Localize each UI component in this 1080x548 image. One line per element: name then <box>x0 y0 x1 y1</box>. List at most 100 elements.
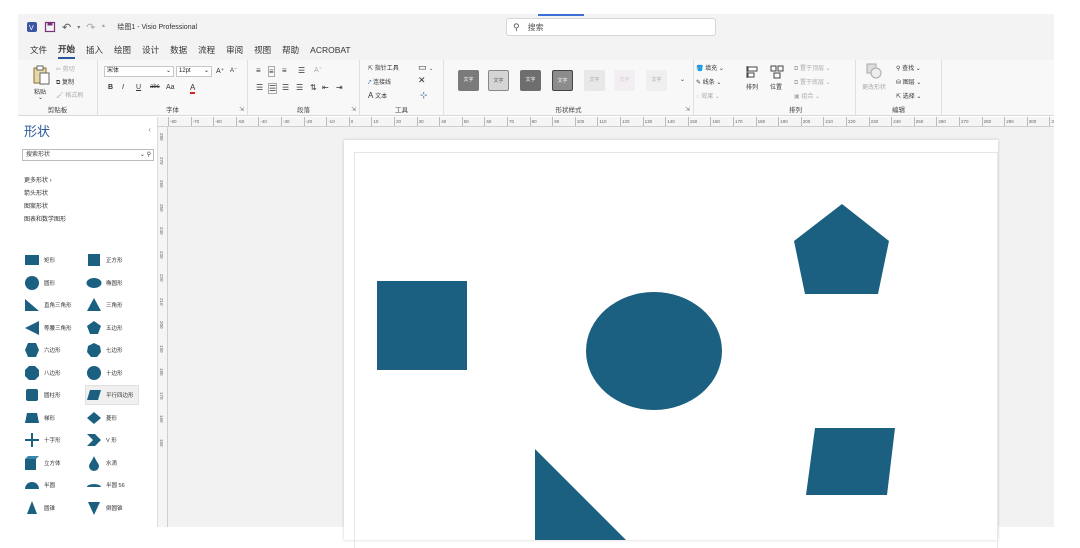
format-painter-button[interactable]: 🖌 格式刷 <box>56 90 83 99</box>
stencil-item-cross[interactable]: 十字形 <box>24 431 61 449</box>
align-bottom-icon[interactable]: ≡ <box>282 66 287 75</box>
stencil-item-triangle[interactable]: 三角形 <box>86 296 123 314</box>
connection-point-icon[interactable]: ⊹ <box>420 90 428 101</box>
stencil-item-drop[interactable]: 水滴 <box>86 454 117 472</box>
search-box[interactable]: ⚲ 搜索 <box>506 18 716 36</box>
arrange-button[interactable]: 排列 <box>746 82 758 91</box>
stencil-item-hexagon[interactable]: 六边形 <box>24 341 61 359</box>
tab-draw[interactable]: 绘图 <box>114 42 131 58</box>
justify-icon[interactable]: ☰ <box>296 83 303 92</box>
text-tool-button[interactable]: A 文本 <box>368 91 387 100</box>
position-icon[interactable] <box>770 65 784 79</box>
stencil-item-pentagon[interactable]: 五边形 <box>86 319 123 337</box>
canvas-parallelogram[interactable] <box>806 428 895 495</box>
increase-indent-icon[interactable]: ⇥ <box>336 83 343 92</box>
paste-dropdown-icon[interactable]: ⌄ <box>38 94 43 101</box>
decrease-indent-icon[interactable]: ⇤ <box>322 83 329 92</box>
stencil-charts-math[interactable]: 图表和数学图形 <box>24 214 66 223</box>
stencil-item-square[interactable]: 正方形 <box>86 251 123 269</box>
stencil-item-rectangle[interactable]: 矩形 <box>24 251 55 269</box>
stencil-item-right-triangle[interactable]: 直角三角形 <box>24 296 72 314</box>
effects-button[interactable]: ◌ 效果 ⌄ <box>696 91 720 100</box>
fill-button[interactable]: 🪣 填充 ⌄ <box>696 63 724 72</box>
style-swatch-4[interactable]: 文字 <box>552 70 573 91</box>
drawing-page[interactable] <box>344 140 998 548</box>
bullets-icon[interactable]: ☰ <box>298 66 305 75</box>
font-launcher-icon[interactable]: ⇲ <box>239 106 244 113</box>
bring-forward-button[interactable]: ⧉ 置于顶层 ⌄ <box>794 63 831 73</box>
stencil-item-cone[interactable]: 圆锥 <box>24 499 55 517</box>
text-spacing-icon[interactable]: A⁼ <box>314 66 322 74</box>
stencil-arrows[interactable]: 箭头形状 <box>24 188 48 197</box>
font-size-select[interactable]: 12pt ⌄ <box>176 66 212 77</box>
stencil-item-inverted-cone[interactable]: 倒圆锥 <box>86 499 123 517</box>
canvas-pentagon[interactable] <box>794 204 889 294</box>
tab-insert[interactable]: 插入 <box>86 42 103 58</box>
connector-tool-button[interactable]: ⤤ 连接线 <box>368 77 391 87</box>
tab-view[interactable]: 视图 <box>254 42 271 58</box>
stencil-item-cube[interactable]: 立方体 <box>24 454 61 472</box>
align-right-icon[interactable]: ☰ <box>282 83 289 92</box>
stencil-item-chevron[interactable]: V 形 <box>86 431 117 449</box>
copy-button[interactable]: ⧉ 复制 <box>56 77 74 87</box>
close-tool-icon[interactable]: ✕ <box>418 75 426 86</box>
style-swatch-7[interactable]: 文字 <box>646 70 667 91</box>
stencil-item-heptagon[interactable]: 七边形 <box>86 341 123 359</box>
rectangle-tool-icon[interactable]: ▭ ⌄ <box>418 62 433 73</box>
change-case-button[interactable]: Aa <box>166 84 175 91</box>
stencil-item-isosceles-triangle[interactable]: 等腰三角形 <box>24 319 72 337</box>
styles-more-icon[interactable]: ⌄ <box>680 76 685 83</box>
customize-qat-icon[interactable]: ⩡ <box>101 23 105 31</box>
undo-dropdown-icon[interactable]: ▾ <box>77 24 80 31</box>
layers-button[interactable]: ⛁ 图层 ⌄ <box>896 77 921 86</box>
font-color-button[interactable]: A <box>190 83 196 94</box>
tab-data[interactable]: 数据 <box>170 42 187 58</box>
cut-button[interactable]: ✂ 剪切 <box>56 64 75 73</box>
line-button[interactable]: ✎ 线条 ⌄ <box>696 77 721 86</box>
strikethrough-button[interactable]: abc <box>150 84 160 90</box>
position-button[interactable]: 位置 <box>770 82 782 91</box>
style-swatch-3[interactable]: 文字 <box>520 70 541 91</box>
save-icon[interactable] <box>44 21 56 33</box>
font-name-select[interactable]: 宋体 ⌄ <box>104 66 174 77</box>
stencil-item-parallelogram[interactable]: 平行四边形 <box>85 385 139 405</box>
stencil-item-circle[interactable]: 圆形 <box>24 274 55 292</box>
paragraph-launcher-icon[interactable]: ⇲ <box>351 106 356 113</box>
paste-icon[interactable] <box>32 65 50 85</box>
stencil-item-semicircle[interactable]: 半圆 <box>24 476 55 494</box>
change-shape-button[interactable]: 更改形状 <box>862 82 886 91</box>
style-swatch-2[interactable]: 文字 <box>488 70 509 91</box>
undo-icon[interactable]: ↶ <box>62 21 71 34</box>
pointer-tool-button[interactable]: ⇱ 指针工具 <box>368 63 399 72</box>
bold-button[interactable]: B <box>108 84 113 91</box>
stencil-item-trapezoid[interactable]: 梯形 <box>24 409 55 427</box>
tab-help[interactable]: 帮助 <box>282 42 299 58</box>
shape-styles-launcher-icon[interactable]: ⇲ <box>685 106 690 113</box>
italic-button[interactable]: I <box>122 84 124 91</box>
stencil-item-diamond[interactable]: 菱形 <box>86 409 117 427</box>
align-icon[interactable] <box>746 65 760 79</box>
find-button[interactable]: ⚲ 查找 ⌄ <box>896 63 921 72</box>
drawing-canvas[interactable] <box>168 127 1054 548</box>
tab-process[interactable]: 流程 <box>198 42 215 58</box>
tab-review[interactable]: 审阅 <box>226 42 243 58</box>
redo-icon[interactable]: ↷ <box>86 21 95 34</box>
canvas-square[interactable] <box>377 281 467 370</box>
stencil-item-semicircle-56[interactable]: 半圆 56 <box>86 476 125 494</box>
underline-button[interactable]: U <box>136 84 141 91</box>
grow-font-button[interactable]: A⁺ <box>216 67 224 75</box>
style-swatch-6[interactable]: 文字 <box>614 70 635 91</box>
canvas-ellipse[interactable] <box>586 292 722 410</box>
stencil-item-octagon[interactable]: 八边形 <box>24 364 61 382</box>
group-button[interactable]: ▣ 组合 ⌄ <box>794 91 820 100</box>
style-swatch-1[interactable]: 文字 <box>458 70 479 91</box>
align-top-icon[interactable]: ≡ <box>256 66 261 75</box>
stencil-item-decagon[interactable]: 十边形 <box>86 364 123 382</box>
align-left-icon[interactable]: ☰ <box>256 83 263 92</box>
shape-search-input[interactable]: 搜索形状 ⌄ ⚲ <box>22 149 154 161</box>
text-direction-icon[interactable]: ⇅ <box>310 83 317 92</box>
stencil-item-cylinder[interactable]: 圆柱形 <box>24 386 61 404</box>
tab-file[interactable]: 文件 <box>30 42 47 58</box>
stencil-item-ellipse[interactable]: 椭圆形 <box>86 274 123 292</box>
canvas-right-triangle[interactable] <box>535 449 626 540</box>
